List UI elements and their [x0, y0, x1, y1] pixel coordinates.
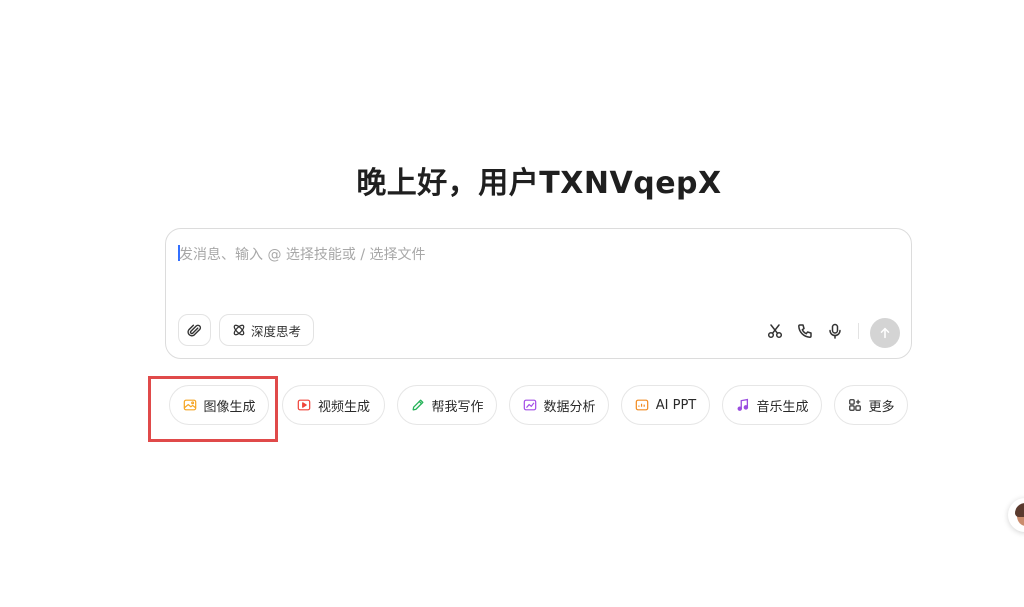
chip-image-generation[interactable]: 图像生成 — [169, 385, 269, 425]
composer-placeholder[interactable]: 发消息、输入 @ 选择技能或 / 选择文件 — [179, 244, 426, 264]
chip-more[interactable]: 更多 — [834, 385, 908, 425]
chip-video-generation[interactable]: 视频生成 — [282, 385, 385, 425]
grid-icon — [847, 398, 862, 413]
attach-file-button[interactable] — [178, 314, 211, 346]
avatar-hair — [1015, 503, 1024, 517]
image-icon — [182, 398, 197, 413]
paperclip-icon — [187, 324, 201, 336]
chip-label: 帮我写作 — [431, 399, 484, 415]
scissors-icon — [767, 324, 783, 339]
chip-writing-assistant[interactable]: 帮我写作 — [397, 385, 497, 425]
chip-data-analysis[interactable]: 数据分析 — [509, 385, 609, 425]
voice-input-button[interactable] — [827, 323, 843, 339]
chip-ai-ppt[interactable]: AI PPT — [621, 385, 710, 425]
deep-think-button[interactable]: 深度思考 — [219, 314, 315, 346]
phone-icon — [798, 324, 812, 338]
chip-music-generation[interactable]: 音乐生成 — [722, 385, 822, 425]
message-composer[interactable]: 发消息、输入 @ 选择技能或 / 选择文件 深度思考 — [165, 228, 912, 359]
chip-label: 更多 — [868, 399, 895, 415]
skill-chips: 图像生成 视频生成 帮我写作 数据分析 AI PPT 音乐生成 更多 — [0, 385, 1024, 425]
assistant-avatar[interactable] — [1008, 498, 1024, 532]
chart-icon — [522, 398, 537, 413]
arrow-up-icon — [880, 327, 890, 339]
chip-label: 音乐生成 — [756, 399, 809, 415]
scissors-button[interactable] — [767, 323, 783, 339]
pen-icon — [410, 398, 425, 413]
slides-icon — [635, 398, 650, 413]
music-icon — [735, 398, 750, 413]
chip-label: 数据分析 — [543, 399, 596, 415]
toolbar-divider — [858, 323, 859, 339]
microphone-icon — [829, 323, 841, 339]
chip-label: AI PPT — [655, 397, 697, 413]
chip-label: 图像生成 — [203, 399, 256, 415]
atom-icon — [233, 324, 245, 336]
voice-call-button[interactable] — [797, 323, 813, 339]
video-icon — [297, 398, 312, 413]
send-button[interactable] — [870, 318, 900, 348]
greeting-title: 晚上好，用户TXNVqepX — [356, 166, 722, 201]
chip-label: 视频生成 — [317, 399, 370, 415]
deep-think-label: 深度思考 — [251, 323, 302, 339]
